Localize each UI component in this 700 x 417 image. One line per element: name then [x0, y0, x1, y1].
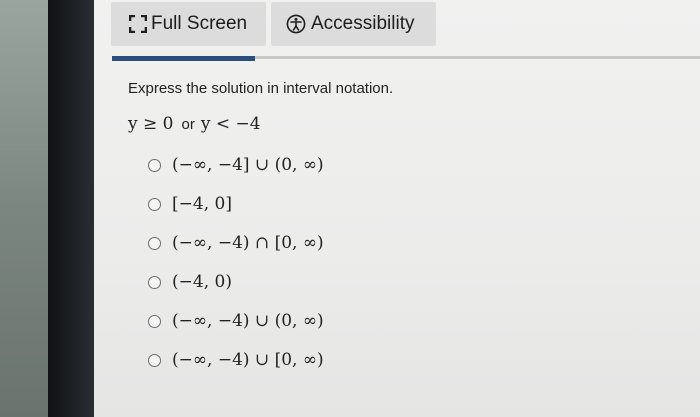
- answer-option[interactable]: (−∞, −4] ∪ (0, ∞): [148, 155, 324, 175]
- full-screen-button[interactable]: Full Screen: [111, 2, 266, 46]
- radio-button[interactable]: [148, 353, 161, 367]
- expand-corners-icon: [129, 15, 147, 33]
- radio-button[interactable]: [148, 314, 161, 328]
- background-wall: [0, 0, 48, 417]
- screen: Full Screen Accessibility Express the so…: [94, 0, 700, 417]
- accessibility-person-icon: [286, 14, 306, 34]
- progress-accent-bar: [112, 56, 255, 61]
- answer-option[interactable]: (−∞, −4) ∩ [0, ∞): [148, 233, 324, 253]
- radio-button[interactable]: [148, 275, 161, 289]
- accessibility-label: Accessibility: [311, 13, 415, 34]
- full-screen-label: Full Screen: [151, 13, 248, 34]
- answer-option[interactable]: (−∞, −4) ∪ (0, ∞): [148, 311, 324, 331]
- accessibility-button[interactable]: Accessibility: [271, 2, 436, 46]
- question-prompt: Express the solution in interval notatio…: [128, 80, 394, 97]
- condition-right: y < −4: [200, 114, 261, 134]
- radio-button[interactable]: [148, 197, 161, 211]
- answer-option[interactable]: (−4, 0): [148, 272, 232, 292]
- option-label: (−∞, −4) ∪ (0, ∞): [172, 311, 324, 331]
- radio-button[interactable]: [148, 236, 161, 250]
- option-label: [−4, 0]: [172, 194, 232, 214]
- condition-or: or: [181, 116, 195, 133]
- option-label: (−∞, −4) ∪ [0, ∞): [172, 350, 324, 370]
- answer-option[interactable]: (−∞, −4) ∪ [0, ∞): [148, 350, 324, 370]
- condition-left: y ≥ 0: [128, 114, 174, 134]
- radio-button[interactable]: [148, 158, 161, 172]
- option-label: (−∞, −4) ∩ [0, ∞): [172, 233, 324, 253]
- monitor-bezel: [48, 0, 94, 417]
- option-label: (−∞, −4] ∪ (0, ∞): [172, 155, 324, 175]
- option-label: (−4, 0): [172, 272, 232, 292]
- question-condition: y ≥ 0 or y < −4: [128, 114, 261, 134]
- answer-option[interactable]: [−4, 0]: [148, 194, 232, 214]
